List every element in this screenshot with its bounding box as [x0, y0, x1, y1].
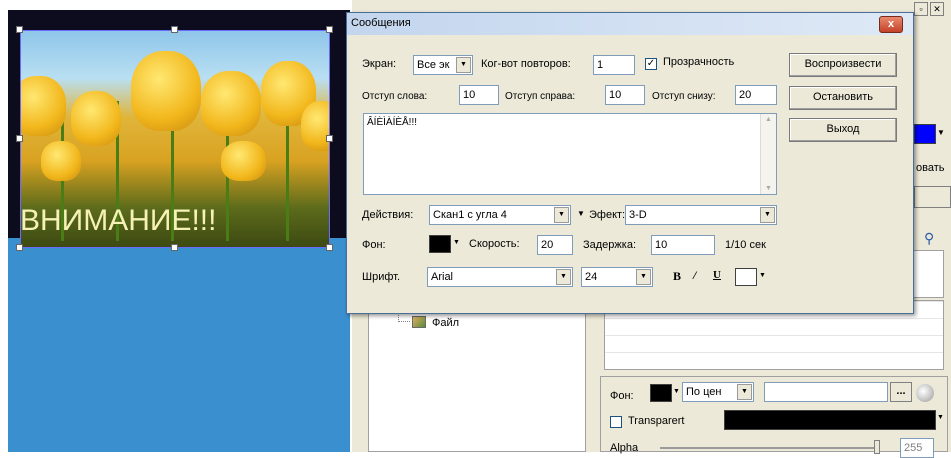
resize-handle[interactable] [16, 26, 23, 33]
tulip [201, 71, 261, 136]
restore-icon[interactable]: ▫ [914, 2, 928, 16]
effect-select[interactable]: 3-D ▼ [625, 205, 777, 225]
resize-handle[interactable] [326, 26, 333, 33]
partial-label: овать [916, 162, 945, 174]
tulip [21, 76, 66, 136]
chevron-down-icon[interactable]: ▼ [456, 57, 471, 73]
actions-value: Скан1 с угла 4 [433, 209, 507, 221]
resize-handle[interactable] [171, 244, 178, 251]
transparent-checkbox[interactable] [610, 416, 622, 428]
photo-caption: ВНИМАНИЕ!!! [20, 204, 217, 237]
indent-right-label: Отступ справа: [505, 91, 576, 102]
chevron-down-icon[interactable]: ▼ [760, 207, 775, 223]
indent-word-input[interactable]: 10 [459, 85, 499, 105]
messages-dialog: Сообщения x Экран: Все эк ▼ Ког-вот повто… [346, 12, 914, 314]
actions-select[interactable]: Скан1 с угла 4 ▼ [429, 205, 571, 225]
italic-button[interactable]: / [693, 268, 696, 283]
indent-right-input[interactable]: 10 [605, 85, 645, 105]
chevron-down-icon[interactable]: ▼ [556, 269, 571, 285]
resize-handle[interactable] [16, 135, 23, 142]
actions-label: Действия: [362, 209, 414, 221]
alpha-label: Alpha [610, 442, 639, 454]
message-text: ÂÍÈÌÀÍÈÅ!!! [367, 117, 418, 128]
tulip [71, 91, 121, 146]
search-icon[interactable]: ⚲ [924, 230, 934, 247]
chevron-down-icon[interactable]: ▼ [937, 414, 944, 421]
bg-label: Фон: [610, 390, 634, 402]
chevron-down-icon[interactable]: ▼ [453, 239, 460, 246]
transparency-checkbox[interactable]: ✓ [645, 58, 657, 70]
font-size-select[interactable]: 24 ▼ [581, 267, 653, 287]
message-textarea[interactable]: ÂÍÈÌÀÍÈÅ!!! ▲ ▼ [363, 113, 777, 195]
tree-item-file[interactable]: Файл [432, 317, 459, 329]
chevron-down-icon[interactable]: ▼ [577, 209, 585, 218]
color-bar[interactable] [724, 410, 936, 430]
chevron-down-icon[interactable]: ▼ [554, 207, 569, 223]
tulip [131, 51, 201, 131]
file-tree [368, 312, 586, 452]
close-button[interactable]: x [879, 16, 903, 33]
indent-word-label: Отступ слова: [362, 91, 428, 102]
chevron-down-icon[interactable]: ▼ [636, 269, 651, 285]
dialog-title: Сообщения [351, 17, 411, 29]
partial-button[interactable] [914, 186, 951, 208]
transparency-label: Прозрачность [663, 56, 735, 68]
stop-button[interactable]: Остановить [789, 86, 897, 110]
tulip [41, 141, 81, 181]
indent-bottom-label: Отступ снизу: [652, 91, 716, 102]
font-label: Шрифт. [362, 271, 401, 283]
file-icon [412, 316, 426, 328]
chevron-down-icon[interactable]: ▼ [673, 388, 680, 395]
font-color-swatch[interactable] [735, 268, 757, 286]
scroll-down-icon[interactable]: ▼ [761, 185, 776, 192]
bg-color-swatch[interactable] [650, 384, 672, 402]
resize-handle[interactable] [171, 26, 178, 33]
tulip [221, 141, 266, 181]
text-field[interactable] [764, 382, 888, 402]
delay-unit: 1/10 сек [725, 239, 766, 251]
screen-select[interactable]: Все эк ▼ [413, 55, 473, 75]
resize-handle[interactable] [326, 244, 333, 251]
disc-icon[interactable] [916, 384, 934, 402]
play-button[interactable]: Воспроизвести [789, 53, 897, 77]
alpha-value[interactable]: 255 [900, 438, 934, 458]
delay-input[interactable]: 10 [651, 235, 715, 255]
chevron-down-icon[interactable]: ▼ [759, 272, 766, 279]
effect-label: Эфект: [589, 209, 626, 221]
scroll-up-icon[interactable]: ▲ [761, 116, 776, 123]
chevron-down-icon[interactable]: ▼ [737, 384, 752, 400]
font-select[interactable]: Arial ▼ [427, 267, 573, 287]
font-size-value: 24 [585, 271, 598, 283]
tulip [301, 101, 329, 151]
delay-label: Задержка: [583, 239, 637, 251]
resize-handle[interactable] [326, 135, 333, 142]
bg-color-swatch[interactable] [429, 235, 451, 253]
more-button[interactable]: ... [890, 382, 912, 402]
textarea-scrollbar[interactable]: ▲ ▼ [760, 114, 776, 194]
repeat-label: Ког-вот повторов: [481, 58, 571, 70]
speed-input[interactable]: 20 [537, 235, 573, 255]
chevron-down-icon[interactable]: ▼ [937, 128, 945, 137]
font-value: Arial [431, 271, 454, 283]
screen-label: Экран: [362, 58, 397, 70]
alpha-slider-track[interactable] [660, 447, 880, 449]
close-icon[interactable]: ✕ [930, 2, 944, 16]
transparent-label: Transparert [628, 415, 685, 427]
resize-handle[interactable] [16, 244, 23, 251]
speed-label: Скорость: [469, 238, 520, 250]
effect-value: 3-D [629, 209, 647, 221]
bold-button[interactable]: B [673, 269, 681, 284]
title-bar[interactable] [347, 13, 913, 35]
bg-label: Фон: [362, 239, 386, 251]
repeat-input[interactable]: 1 [593, 55, 635, 75]
screen-value: Все эк [417, 59, 450, 71]
exit-button[interactable]: Выход [789, 118, 897, 142]
accent-color-fill [914, 124, 936, 144]
align-select[interactable]: По цен ▼ [682, 382, 754, 402]
align-value: По цен [686, 386, 722, 398]
underline-button[interactable]: U [713, 269, 721, 281]
indent-bottom-input[interactable]: 20 [735, 85, 777, 105]
